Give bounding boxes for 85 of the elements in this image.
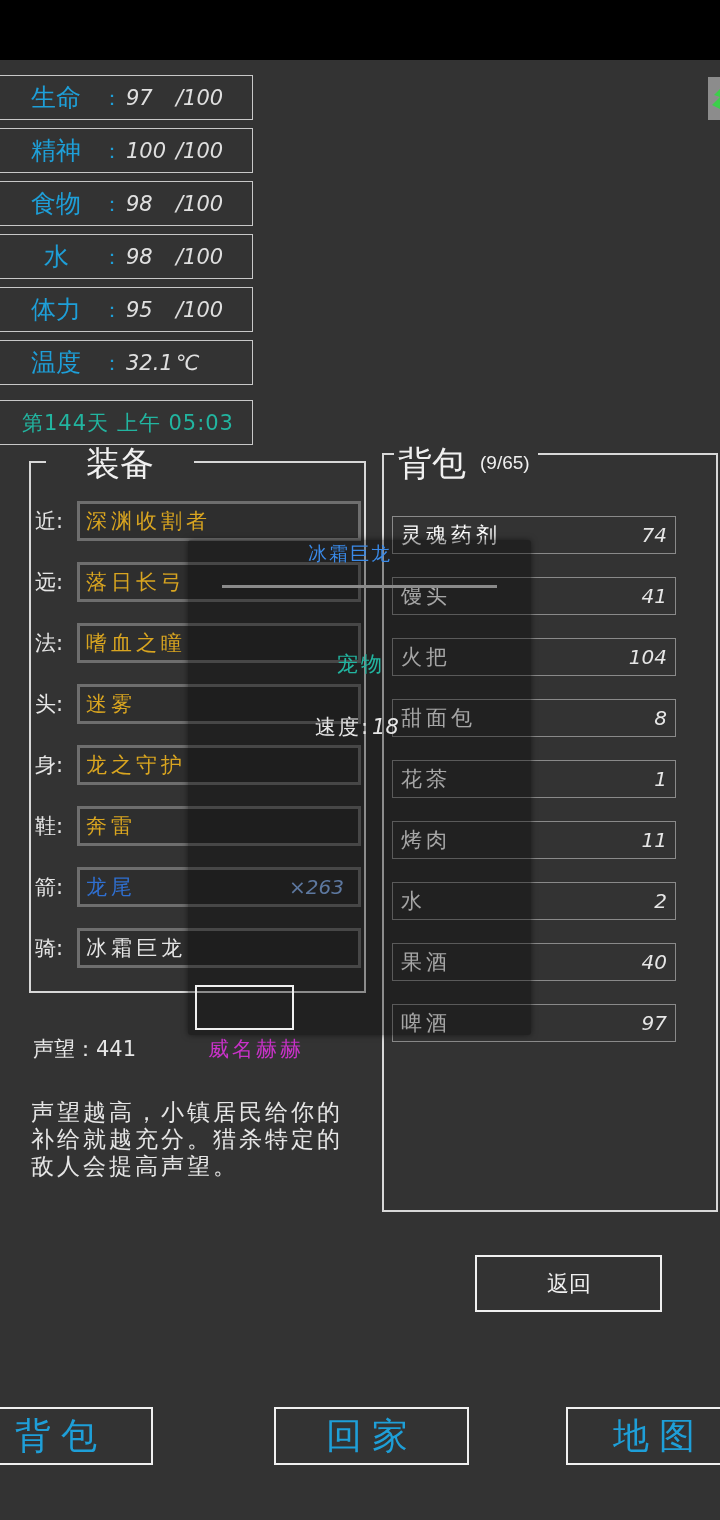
equipment-slot[interactable]: 落日长弓 [77,562,361,602]
clock-text: 第144天 上午 05:03 [22,409,234,437]
stat-label: 生命 [31,82,81,113]
stat-suffix: /100 [176,137,224,165]
item-name: 龙之守护 [86,752,186,779]
reputation-description: 声望越高，小镇居民给你的补给就越充分。猎杀特定的敌人会提高声望。 [31,1099,344,1180]
stat-suffix: /100 [176,190,224,218]
item-name: 烤肉 [401,827,451,854]
stat-separator: ： [102,243,122,271]
stat-separator: ： [102,137,122,165]
equipment-slot[interactable]: 奔雷 [77,806,361,846]
backpack-item[interactable]: 啤酒 97 [392,1004,676,1042]
item-count: ×263 [289,874,344,900]
item-name: 火把 [401,644,451,671]
item-name: 水 [401,888,426,915]
stat-value: 32.1 [126,350,173,375]
backpack-item[interactable]: 灵魂药剂 74 [392,516,676,554]
item-name: 深渊收割者 [86,508,211,535]
equipment-slot[interactable]: 冰霜巨龙 [77,928,361,968]
slot-label: 远: [35,570,64,594]
item-count: 1 [654,766,667,792]
item-name: 甜面包 [401,705,476,732]
side-button[interactable] [708,77,720,120]
glyph-icon [712,88,720,109]
item-name: 奔雷 [86,813,136,840]
stat-suffix: /100 [176,243,224,271]
equipment-slot[interactable]: 深渊收割者 [77,501,361,541]
backpack-item[interactable]: 烤肉 11 [392,821,676,859]
item-count: 41 [641,583,667,609]
reputation-rank: 威名赫赫 [208,1036,304,1063]
stat-separator: ： [102,190,122,218]
slot-label: 骑: [35,936,64,960]
stat-separator: ： [102,349,122,377]
item-count: 2 [654,888,667,914]
stat-label: 精神 [31,135,81,166]
item-name: 龙尾 [86,874,136,901]
stat-label: 水 [43,241,69,272]
backpack-item[interactable]: 花茶 1 [392,760,676,798]
stat-value: 98 [126,244,153,269]
stat-value: 98 [126,191,153,216]
stat-value: 100 [126,138,167,163]
stat-suffix: /100 [176,296,224,324]
tooltip-title: 冰霜巨龙 [308,542,392,564]
item-name: 花茶 [401,766,451,793]
slot-label: 法: [35,631,64,655]
equipment-slot[interactable]: 龙尾 ×263 [77,867,361,907]
item-count: 97 [641,1010,667,1036]
slot-label: 身: [35,753,64,777]
nav-button[interactable]: 地图 [566,1407,720,1465]
slot-label: 鞋: [35,814,64,838]
item-name: 啤酒 [401,1010,451,1037]
nav-button[interactable]: 回家 [274,1407,469,1465]
backpack-item[interactable]: 火把 104 [392,638,676,676]
backpack-item[interactable]: 水 2 [392,882,676,920]
capacity-text: (9/65) [480,451,530,475]
stat-separator: ： [102,296,122,324]
stat-label: 体力 [31,294,81,325]
panel-title: 背包 [398,445,466,481]
nav-button[interactable]: 背包 [0,1407,153,1465]
stat-label: 食物 [31,188,81,219]
item-name: 果酒 [401,949,451,976]
item-count: 40 [641,949,667,975]
reputation-value: 声望：441 [33,1037,137,1061]
item-name: 落日长弓 [86,569,186,596]
panel-title: 装备 [86,445,154,481]
stat-value: 95 [126,297,153,322]
item-name: 迷雾 [86,691,136,718]
stat-suffix: /100 [176,84,224,112]
equipment-slot[interactable]: 龙之守护 [77,745,361,785]
item-count: 74 [641,522,667,548]
item-name: 灵魂药剂 [401,522,501,549]
stat-label: 温度 [31,347,81,378]
slot-label: 箭: [35,875,64,899]
item-count: 8 [654,705,667,731]
stat-suffix: ℃ [176,349,200,377]
slot-label: 头: [35,692,64,716]
backpack-item[interactable]: 果酒 40 [392,943,676,981]
item-count: 104 [628,644,667,670]
stat-value: 97 [126,85,153,110]
slot-label: 近: [35,509,64,533]
stat-separator: ： [102,84,122,112]
back-button[interactable]: 返回 [475,1255,662,1312]
item-count: 11 [641,827,667,853]
item-name: 冰霜巨龙 [86,935,186,962]
item-name: 嗜血之瞳 [86,630,186,657]
